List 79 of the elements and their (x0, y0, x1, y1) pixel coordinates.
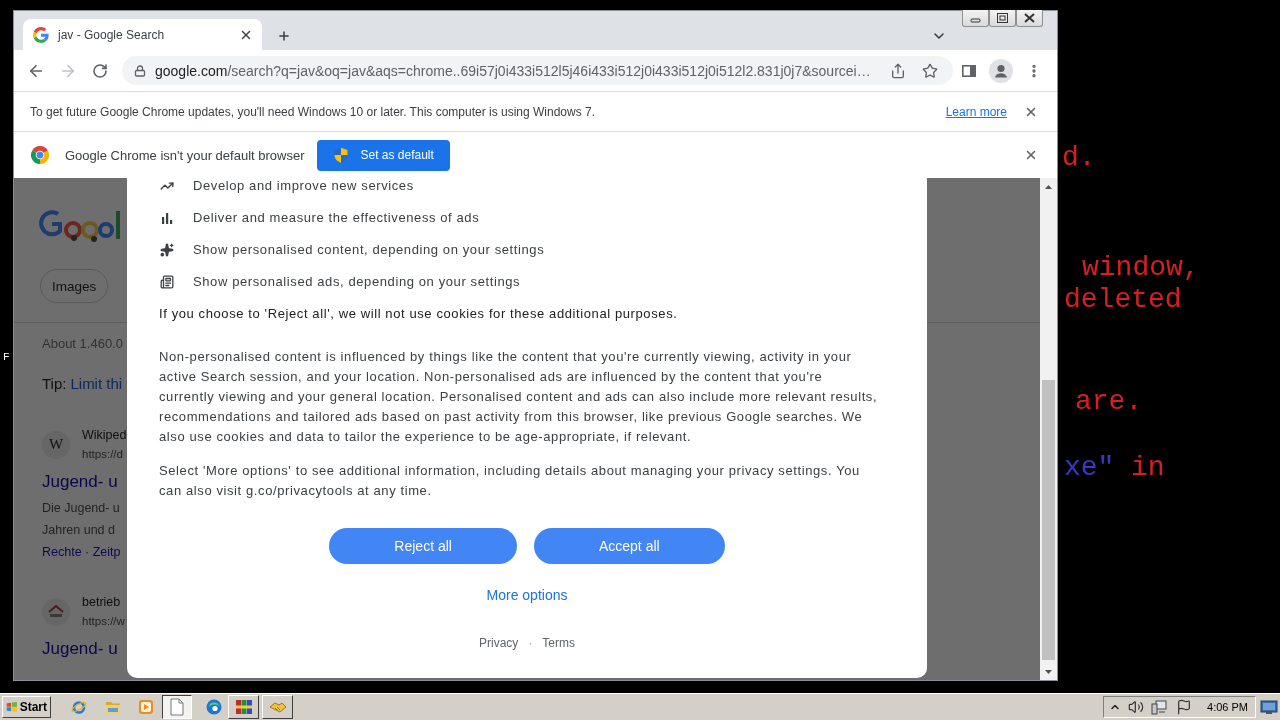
reject-notice-text: If you choose to 'Reject all', we will not use cookies for these additional purposes. (159, 306, 679, 322)
document-icon (169, 698, 185, 716)
bookmark-star-icon[interactable] (922, 62, 938, 79)
desktop-text: window, (1082, 252, 1200, 284)
restore-button[interactable] (989, 10, 1016, 27)
accept-all-button[interactable]: Accept all (533, 528, 725, 564)
url-text: google.com/search?q=jav&oq=jav&aqs=chrome..69i57j0i433i512l5j46i433i512j0i433i512j0i512l2.831j0j7&sourcei… (155, 62, 872, 79)
purpose-text: Show personalised content, depending on your settings (193, 242, 545, 258)
purpose-text: Deliver and measure the effectiveness of ads (193, 210, 480, 226)
site-url: https://w (82, 614, 125, 628)
scroll-down-icon[interactable] (1045, 669, 1052, 674)
bar-chart-icon (160, 211, 174, 225)
close-icon[interactable] (1024, 148, 1038, 162)
scrollbar-thumb[interactable] (1042, 380, 1055, 660)
reload-icon[interactable] (92, 62, 108, 79)
speaker-icon[interactable] (1128, 699, 1145, 715)
play-icon (138, 699, 154, 715)
snippet-text: Jahren und d (42, 522, 116, 539)
site-favicon-icon (42, 597, 70, 626)
update-warning-text: To get future Google Chrome updates, you'll need Windows 10 or later. This computer is using Windows 7. (30, 104, 596, 119)
info-paragraph: Non-personalised content is influenced by things like the content that you're currently viewing, activity in your active Search session, and your location. Non-personalised ads are influenced by the content that you're currently viewing and your general location. Personalised content and ads can also include more relevant results, recommendations and tailored ads based on past activity from this browser, like previous Google searches. We also use cookies and data to tailor the experience to be age-appropriate, if relevant. (159, 348, 879, 446)
taskbar-button[interactable] (162, 695, 192, 719)
desktop-text: deleted (1064, 284, 1182, 316)
newspaper-icon (160, 275, 174, 289)
reject-all-button[interactable]: Reject all (329, 528, 517, 564)
trend-line-icon (160, 179, 174, 193)
browser-logo-icon (31, 146, 49, 164)
snippet-text: Die Jugend- u (42, 500, 121, 517)
desktop-text: in (1131, 452, 1165, 484)
start-logo-icon (6, 700, 18, 714)
site-favicon: W (42, 430, 70, 459)
set-default-button[interactable]: Set as default (317, 139, 450, 171)
desktop-text: xe" (1064, 452, 1115, 484)
tip-label: Tip: (42, 375, 67, 393)
books-icon (234, 698, 253, 716)
show-desktop-icon[interactable] (1260, 699, 1278, 715)
side-panel-icon[interactable] (961, 62, 977, 79)
result-stats-text: About 1.460.0 (42, 336, 124, 352)
default-browser-text: Google Chrome isn't your default browser (65, 147, 305, 163)
new-tab-icon[interactable] (277, 29, 291, 43)
site-name: Wikiped (82, 428, 127, 443)
close-icon (1024, 13, 1035, 23)
filter-chip[interactable]: Images (40, 269, 109, 303)
learn-more-link[interactable]: Learn more (945, 104, 1007, 119)
profile-avatar-icon[interactable] (989, 58, 1013, 83)
address-bar[interactable]: google.com/search?q=jav&oq=jav&aqs=chrome..69i57j0i433i512l5j46i433i512j0i433i512j0i512l2.831j0j7&sourcei… (122, 56, 953, 85)
folder-icon (105, 699, 121, 715)
network-icon[interactable] (1151, 699, 1168, 715)
start-button[interactable]: Start (2, 696, 51, 718)
swirl-icon (206, 699, 222, 715)
share-icon[interactable] (890, 62, 906, 79)
footer-link[interactable]: Privacy (479, 635, 519, 651)
google-g-icon (33, 26, 49, 43)
clock-text: 4:06 PM (1207, 701, 1248, 713)
browser-tab[interactable]: jav - Google Search (23, 19, 262, 50)
result-title-link[interactable]: Jugend- u (42, 471, 127, 493)
close-window-button[interactable] (1016, 10, 1043, 27)
quick-launch-button[interactable] (204, 697, 224, 717)
scroll-up-icon[interactable] (1045, 184, 1052, 189)
desktop-text: F (3, 350, 10, 364)
sitelinks[interactable]: Rechte · Zeitp (42, 541, 127, 563)
lock-icon (134, 64, 146, 77)
browser-icon (71, 699, 87, 715)
shield-icon (333, 147, 350, 163)
more-options-link[interactable]: More options (486, 587, 568, 603)
restore-icon (997, 13, 1008, 23)
sparkle-icon (160, 243, 174, 257)
site-url: https://d (82, 447, 124, 461)
flag-icon[interactable] (1176, 699, 1193, 715)
info-paragraph: Select 'More options' to see additional information, including details about managing your privacy settings. You can also visit g.co/privacytools at any time. (159, 462, 861, 500)
desktop-text: d. (1062, 142, 1096, 174)
purpose-text: Show personalised ads, depending on your settings (193, 274, 521, 290)
desktop-text: are. (1075, 386, 1143, 418)
purpose-text: Develop and improve new services (193, 178, 414, 194)
tip-link[interactable]: Limit thi (70, 375, 123, 393)
site-name: betrieb (82, 595, 122, 610)
result-title-link[interactable]: Jugend- u (42, 638, 127, 660)
footer-link[interactable]: Terms (542, 635, 575, 651)
separator-dot: · (528, 635, 533, 651)
